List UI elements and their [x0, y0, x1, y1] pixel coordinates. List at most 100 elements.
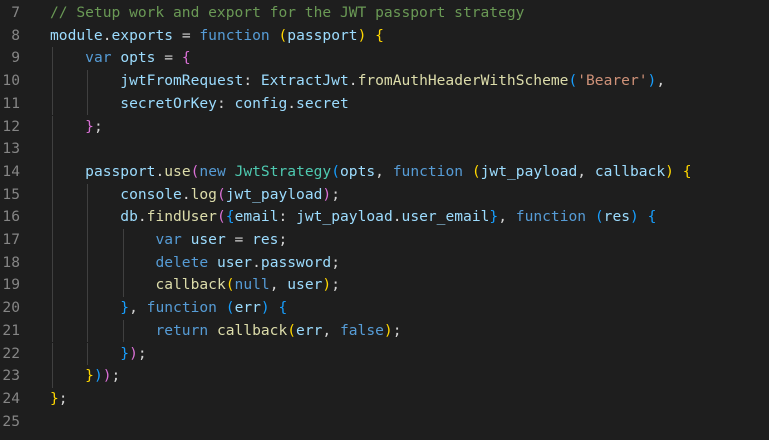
line-number: 7 [11, 4, 20, 21]
code-token: ; [331, 185, 341, 203]
code-text[interactable]: module.exports = function (passport) { [50, 25, 384, 48]
code-line[interactable]: 22 }); [0, 343, 769, 366]
code-text[interactable]: delete user.password; [50, 252, 340, 275]
code-token: ) [129, 344, 138, 362]
code-text[interactable]: var opts = { [50, 47, 190, 70]
code-line[interactable]: 13 [0, 138, 769, 161]
code-text[interactable]: callback(null, user); [50, 274, 340, 297]
line-number: 13 [2, 140, 20, 158]
code-token: res [603, 208, 631, 226]
code-text[interactable]: db.findUser({email: jwt_payload.user_ema… [50, 206, 656, 229]
line-number: 8 [11, 26, 20, 44]
code-text[interactable]: // Setup work and export for the JWT pas… [50, 2, 524, 25]
code-line[interactable]: 20 }, function (err) { [0, 297, 769, 320]
code-token: ) [93, 367, 103, 385]
code-token: email [234, 208, 279, 226]
code-token: ; [93, 117, 103, 135]
code-token: function [146, 299, 217, 317]
code-token: . [392, 208, 402, 226]
code-token: null [234, 276, 270, 294]
code-token: = [173, 26, 200, 44]
code-line[interactable]: 15 console.log(jwt_payload); [0, 184, 769, 207]
code-token: ( [471, 162, 481, 180]
code-line[interactable]: 9 var opts = { [0, 47, 769, 70]
code-line[interactable]: 11 secretOrKey: config.secret [0, 93, 769, 116]
code-token: err [234, 299, 261, 317]
code-line[interactable]: 23 })); [0, 365, 769, 388]
code-token: : [278, 208, 297, 226]
line-number: 14 [2, 162, 20, 180]
code-text[interactable]: })); [50, 365, 120, 388]
code-line[interactable]: 21 return callback(err, false); [0, 320, 769, 343]
code-token: . [181, 185, 191, 203]
code-token: var [85, 49, 112, 67]
code-token: user [190, 231, 226, 248]
code-token: ; [58, 389, 68, 407]
code-line[interactable]: 17 var user = res; [0, 229, 769, 252]
code-line[interactable]: 12 }; [0, 116, 769, 139]
code-token: } [489, 208, 499, 226]
code-line[interactable]: 16 db.findUser({email: jwt_payload.user_… [0, 206, 769, 229]
code-token: , [269, 276, 288, 294]
code-token: ( [568, 72, 578, 90]
code-line[interactable]: 18 delete user.password; [0, 252, 769, 275]
code-line[interactable]: 24}; [0, 388, 769, 411]
code-token: { [375, 26, 384, 44]
code-token: , [656, 72, 666, 90]
code-text[interactable]: jwtFromRequest: ExtractJwt.fromAuthHeade… [50, 70, 665, 93]
code-token: ) [630, 208, 639, 226]
line-number: 20 [2, 299, 20, 317]
code-token: log [190, 185, 217, 203]
code-token: { [647, 208, 657, 226]
code-token: callback [155, 276, 226, 294]
code-token: = [225, 231, 253, 248]
code-line[interactable]: 8 module.exports = function (passport) { [0, 25, 769, 48]
code-editor[interactable]: 7 // Setup work and export for the JWT pa… [0, 0, 769, 440]
code-token: . [348, 72, 358, 90]
code-token: module [50, 26, 103, 44]
code-text[interactable]: passport.use(new JwtStrategy(opts, funct… [50, 161, 691, 184]
code-token: delete [155, 253, 209, 271]
code-text[interactable]: return callback(err, false); [50, 320, 401, 343]
code-text[interactable]: }); [50, 343, 147, 366]
code-line[interactable]: 14 passport.use(new JwtStrategy(opts, fu… [0, 161, 769, 184]
code-line[interactable]: 10 jwtFromRequest: ExtractJwt.fromAuthHe… [0, 70, 769, 93]
code-text[interactable]: secretOrKey: config.secret [50, 93, 348, 116]
line-number: 16 [2, 208, 20, 226]
code-line[interactable]: 19 callback(null, user); [0, 274, 769, 297]
code-token: . [287, 94, 297, 112]
code-token: exports [111, 26, 174, 44]
code-token: ( [216, 208, 226, 226]
code-token: ; [111, 367, 121, 385]
line-number: 9 [11, 49, 20, 67]
code-token: fromAuthHeaderWithScheme [357, 72, 569, 90]
code-token: ( [331, 162, 341, 180]
code-token: var [155, 231, 182, 248]
line-number: 23 [2, 367, 20, 385]
code-token: function [199, 26, 270, 44]
code-token: ; [137, 344, 147, 362]
code-text[interactable]: }; [50, 116, 103, 139]
code-token: ) [102, 367, 112, 385]
code-token: . [137, 208, 147, 226]
code-token: , [322, 321, 340, 339]
code-text[interactable]: }, function (err) { [50, 297, 287, 320]
code-line[interactable]: 25 [0, 411, 769, 434]
code-text[interactable]: var user = res; [50, 229, 287, 252]
code-text[interactable]: console.log(jwt_payload); [50, 184, 340, 207]
code-line[interactable]: 7 // Setup work and export for the JWT pa… [0, 2, 769, 25]
code-token: ) [665, 162, 674, 180]
code-token: user_email [401, 208, 490, 226]
code-text[interactable]: }; [50, 388, 68, 411]
